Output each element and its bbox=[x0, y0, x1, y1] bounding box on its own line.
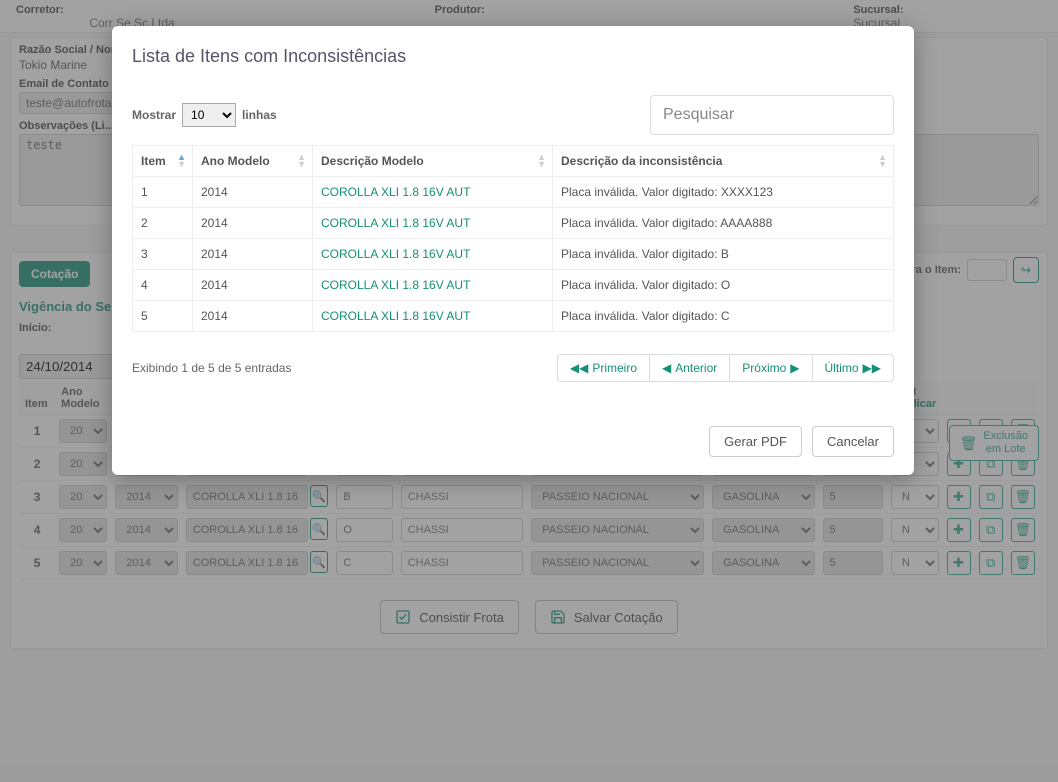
th-ano[interactable]: Ano Modelo bbox=[193, 146, 313, 177]
cell-ano: 2014 bbox=[193, 177, 313, 208]
th-desc[interactable]: Descrição Modelo bbox=[313, 146, 553, 177]
cancelar-button[interactable]: Cancelar bbox=[812, 426, 894, 457]
cell-ano: 2014 bbox=[193, 270, 313, 301]
pager-next[interactable]: Próximo ▶ bbox=[729, 355, 811, 381]
table-row: 42014 COROLLA XLI 1.8 16V AUT Placa inváli… bbox=[133, 270, 894, 301]
cell-desc: COROLLA XLI 1.8 16V AUT bbox=[313, 177, 553, 208]
page-length-select[interactable]: 10 bbox=[182, 103, 236, 127]
cell-item: 1 bbox=[133, 177, 193, 208]
pager-last[interactable]: Último ▶▶ bbox=[812, 355, 893, 381]
linhas-label: linhas bbox=[242, 108, 277, 122]
double-chevron-right-icon: ▶▶ bbox=[863, 361, 881, 375]
cell-item: 2 bbox=[133, 208, 193, 239]
table-info: Exibindo 1 de 5 de 5 entradas bbox=[132, 361, 291, 375]
cell-ano: 2014 bbox=[193, 239, 313, 270]
mostrar-label: Mostrar bbox=[132, 108, 176, 122]
desc-link[interactable]: COROLLA XLI 1.8 16V AUT bbox=[321, 247, 470, 261]
inconsistencias-modal: Lista de Itens com Inconsistências Mostr… bbox=[112, 26, 914, 475]
inconsistencias-table: Item Ano Modelo Descrição Modelo Descriç… bbox=[132, 145, 894, 332]
cell-desc: COROLLA XLI 1.8 16V AUT bbox=[313, 301, 553, 332]
chevron-left-icon: ◀ bbox=[662, 361, 671, 375]
cell-ano: 2014 bbox=[193, 301, 313, 332]
th-incon[interactable]: Descrição da inconsistência bbox=[553, 146, 894, 177]
desc-link[interactable]: COROLLA XLI 1.8 16V AUT bbox=[321, 278, 470, 292]
search-input[interactable] bbox=[650, 95, 894, 135]
cell-incon: Placa inválida. Valor digitado: C bbox=[553, 301, 894, 332]
table-row: 22014 COROLLA XLI 1.8 16V AUT Placa inváli… bbox=[133, 208, 894, 239]
pager-prev[interactable]: ◀ Anterior bbox=[649, 355, 729, 381]
cell-desc: COROLLA XLI 1.8 16V AUT bbox=[313, 208, 553, 239]
chevron-right-icon: ▶ bbox=[790, 361, 799, 375]
desc-link[interactable]: COROLLA XLI 1.8 16V AUT bbox=[321, 216, 470, 230]
table-row: 32014 COROLLA XLI 1.8 16V AUT Placa inváli… bbox=[133, 239, 894, 270]
cell-incon: Placa inválida. Valor digitado: AAAA888 bbox=[553, 208, 894, 239]
table-row: 12014 COROLLA XLI 1.8 16V AUT Placa inváli… bbox=[133, 177, 894, 208]
cell-incon: Placa inválida. Valor digitado: B bbox=[553, 239, 894, 270]
gerar-pdf-button[interactable]: Gerar PDF bbox=[709, 426, 802, 457]
double-chevron-left-icon: ◀◀ bbox=[570, 361, 588, 375]
pager-first[interactable]: ◀◀ Primeiro bbox=[558, 355, 649, 381]
table-row: 52014 COROLLA XLI 1.8 16V AUT Placa inváli… bbox=[133, 301, 894, 332]
cell-desc: COROLLA XLI 1.8 16V AUT bbox=[313, 239, 553, 270]
pager: ◀◀ Primeiro ◀ Anterior Próximo ▶ Último … bbox=[557, 354, 894, 382]
cell-ano: 2014 bbox=[193, 208, 313, 239]
desc-link[interactable]: COROLLA XLI 1.8 16V AUT bbox=[321, 309, 470, 323]
cell-item: 4 bbox=[133, 270, 193, 301]
cell-item: 3 bbox=[133, 239, 193, 270]
th-item[interactable]: Item bbox=[133, 146, 193, 177]
cell-desc: COROLLA XLI 1.8 16V AUT bbox=[313, 270, 553, 301]
cell-incon: Placa inválida. Valor digitado: XXXX123 bbox=[553, 177, 894, 208]
desc-link[interactable]: COROLLA XLI 1.8 16V AUT bbox=[321, 185, 470, 199]
cell-incon: Placa inválida. Valor digitado: O bbox=[553, 270, 894, 301]
modal-title: Lista de Itens com Inconsistências bbox=[132, 46, 894, 67]
cell-item: 5 bbox=[133, 301, 193, 332]
